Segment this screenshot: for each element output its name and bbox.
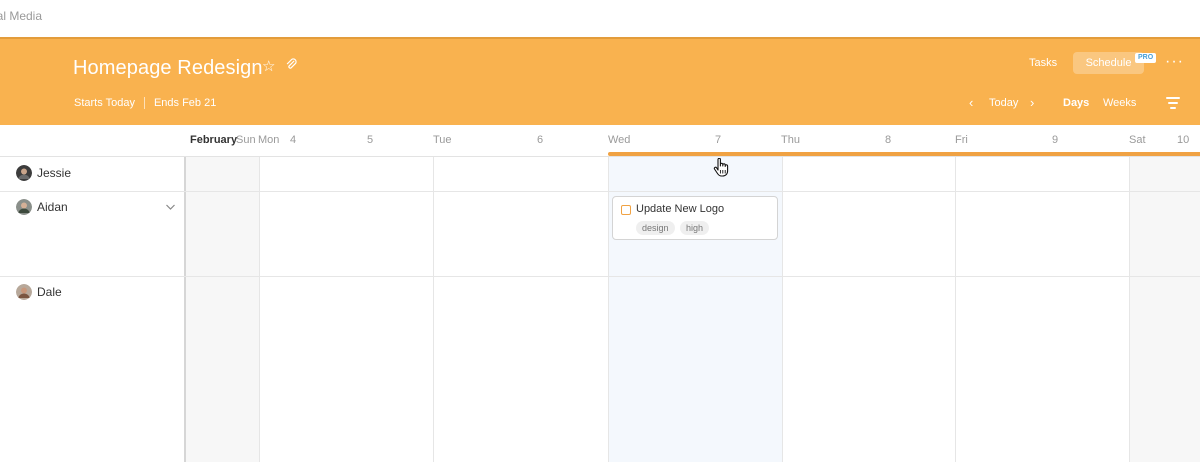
task-title: Update New Logo — [636, 203, 725, 215]
more-options-icon[interactable]: ··· — [1165, 53, 1184, 71]
day-label: Wed — [608, 134, 631, 146]
weekend-column — [1130, 157, 1200, 462]
column-divider — [184, 157, 186, 462]
avatar — [16, 165, 32, 181]
day-label: Thu — [781, 134, 800, 146]
column-divider — [782, 157, 783, 462]
divider — [143, 97, 145, 109]
column-divider — [955, 157, 956, 462]
date-label: 8 — [885, 134, 892, 146]
weekend-column — [186, 157, 259, 462]
pro-badge: PRO — [1135, 53, 1157, 63]
date-label: 7 — [715, 134, 722, 146]
person-row-jessie[interactable]: Jessie — [16, 165, 71, 181]
chevron-down-icon[interactable] — [165, 202, 176, 214]
project-header: Homepage Redesign ☆ Starts Today Ends Fe… — [0, 37, 1200, 125]
person-row-dale[interactable]: Dale — [16, 284, 62, 300]
avatar — [16, 284, 32, 300]
date-label: 4 — [290, 134, 297, 146]
view-days-button[interactable]: Days — [1063, 97, 1089, 109]
star-icon[interactable]: ☆ — [262, 57, 275, 75]
date-label: 6 — [537, 134, 544, 146]
column-divider — [608, 157, 609, 462]
task-tag[interactable]: design — [636, 221, 675, 235]
project-dates: Starts Today Ends Feb 21 — [74, 97, 216, 109]
row-divider — [0, 191, 1200, 192]
paperclip-icon[interactable] — [285, 58, 298, 74]
date-label: 10 — [1177, 134, 1190, 146]
day-label: Fri — [955, 134, 968, 146]
task-tag: high — [680, 221, 710, 235]
day-label: Sat — [1129, 134, 1146, 146]
chevron-right-icon[interactable]: › — [1030, 95, 1034, 110]
start-date: Starts Today — [74, 97, 135, 109]
hand-cursor-icon — [713, 158, 729, 177]
day-label: Mon — [258, 134, 280, 146]
date-label: 9 — [1052, 134, 1059, 146]
task-checkbox[interactable] — [621, 205, 631, 215]
column-divider — [259, 157, 260, 462]
avatar — [16, 199, 32, 215]
tab-schedule[interactable]: Schedule — [1073, 52, 1144, 74]
date-label: 5 — [367, 134, 374, 146]
tab-tasks[interactable]: Tasks — [1029, 57, 1057, 69]
project-title[interactable]: Homepage Redesign — [73, 57, 263, 80]
chevron-left-icon[interactable]: ‹ — [969, 95, 973, 110]
end-date: Ends Feb 21 — [153, 97, 217, 109]
column-divider — [1129, 157, 1130, 462]
project-timeline-bar[interactable] — [608, 152, 1200, 156]
column-divider — [433, 157, 434, 462]
day-label: Sun — [236, 134, 256, 146]
breadcrumb[interactable]: ial Media — [0, 9, 42, 23]
month-label: February — [190, 134, 238, 146]
view-weeks-button[interactable]: Weeks — [1103, 97, 1136, 109]
filter-icon[interactable] — [1166, 97, 1180, 109]
person-name: Dale — [37, 285, 62, 299]
day-label: Tue — [433, 134, 452, 146]
row-divider — [0, 276, 1200, 277]
person-name: Aidan — [37, 200, 68, 214]
schedule-grid — [0, 157, 1200, 462]
person-row-aidan[interactable]: Aidan — [16, 199, 68, 215]
top-bar: ial Media — [0, 0, 1200, 37]
person-name: Jessie — [37, 166, 72, 180]
task-card[interactable]: Update New Logo design high — [612, 196, 778, 240]
today-button[interactable]: Today — [989, 97, 1018, 109]
